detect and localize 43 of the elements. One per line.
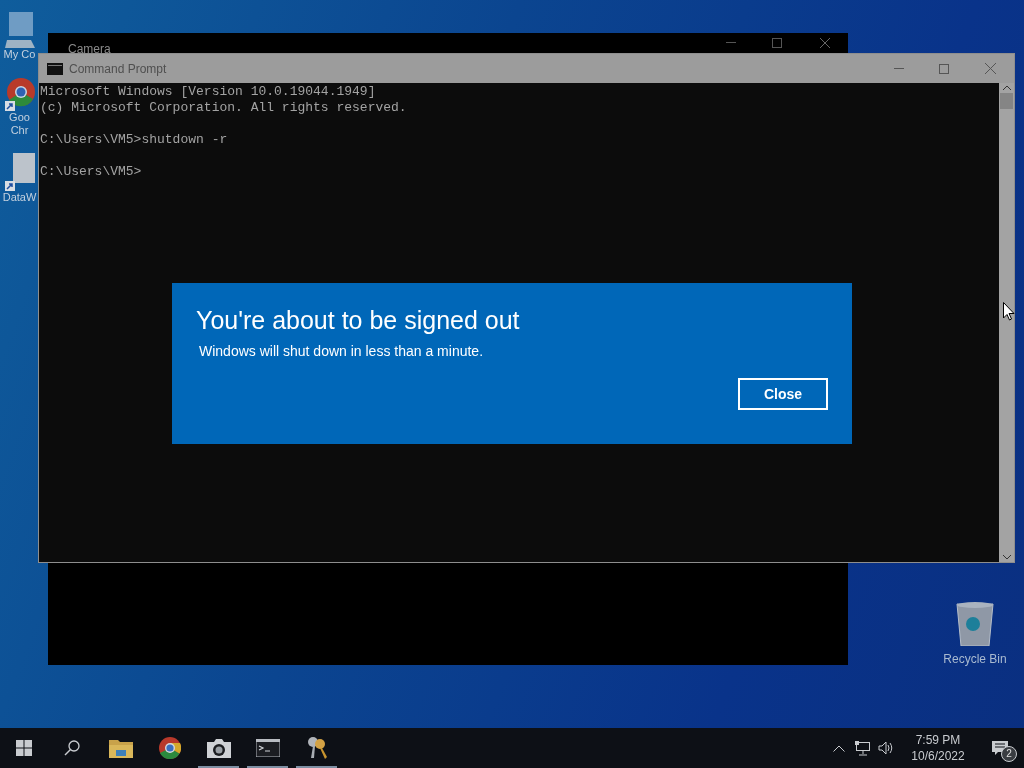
scrollbar[interactable] — [999, 83, 1014, 562]
folder-icon[interactable] — [108, 738, 133, 758]
dialog-title: You're about to be signed out — [196, 305, 521, 336]
scroll-thumb[interactable] — [1000, 93, 1013, 109]
clock-time[interactable]: 7:59 PM — [915, 732, 961, 748]
chrome-icon[interactable] — [158, 737, 181, 759]
desktop-icon-label[interactable]: Goo — [9, 111, 30, 124]
minimize-icon[interactable] — [894, 67, 904, 70]
maximize-icon[interactable] — [772, 38, 782, 48]
windows-icon — [16, 740, 32, 756]
volume-icon[interactable] — [878, 741, 894, 755]
chrome-icon — [4, 77, 35, 111]
desktop-icon-label[interactable]: Chr — [10, 124, 29, 137]
scroll-up-icon[interactable] — [1002, 85, 1011, 90]
close-icon[interactable] — [985, 63, 996, 74]
desktop-icon-label[interactable]: DataW — [2, 191, 37, 204]
scroll-down-icon[interactable] — [1002, 555, 1011, 560]
desktop-icon-label[interactable]: Recycle Bin — [943, 650, 1007, 668]
console-line: Microsoft Windows [Version 10.0.19044.1949] — [40, 84, 377, 100]
console-line: C:\Users\VM5>shutdown -r — [40, 132, 229, 148]
caret-up-icon[interactable] — [833, 744, 845, 752]
close-icon[interactable] — [820, 38, 830, 48]
search-icon — [64, 740, 80, 756]
network-icon[interactable] — [855, 740, 871, 756]
console-line: C:\Users\VM5> — [40, 164, 143, 180]
desktop-icon-label[interactable]: My Co — [3, 48, 36, 61]
notification-badge: 2 — [1001, 746, 1017, 762]
maximize-icon[interactable] — [939, 63, 949, 74]
file-shortcut-icon — [4, 153, 35, 191]
notification-button[interactable]: 2 — [976, 728, 1024, 768]
minimize-icon[interactable] — [726, 42, 736, 44]
console-line: (c) Microsoft Corporation. All rights reserved. — [40, 100, 408, 116]
close-button[interactable]: Close — [738, 378, 828, 410]
computer-icon — [4, 12, 35, 48]
window-title: Command Prompt — [69, 60, 167, 78]
keys-icon[interactable] — [305, 736, 328, 760]
terminal-icon — [47, 62, 63, 75]
terminal-icon[interactable] — [255, 739, 280, 757]
camera-icon[interactable] — [206, 738, 231, 758]
window-title: Camera — [68, 41, 111, 58]
clock-date[interactable]: 10/6/2022 — [911, 748, 965, 764]
dialog-message: Windows will shut down in less than a minute. — [198, 342, 485, 361]
recycle-bin-icon — [955, 600, 995, 646]
